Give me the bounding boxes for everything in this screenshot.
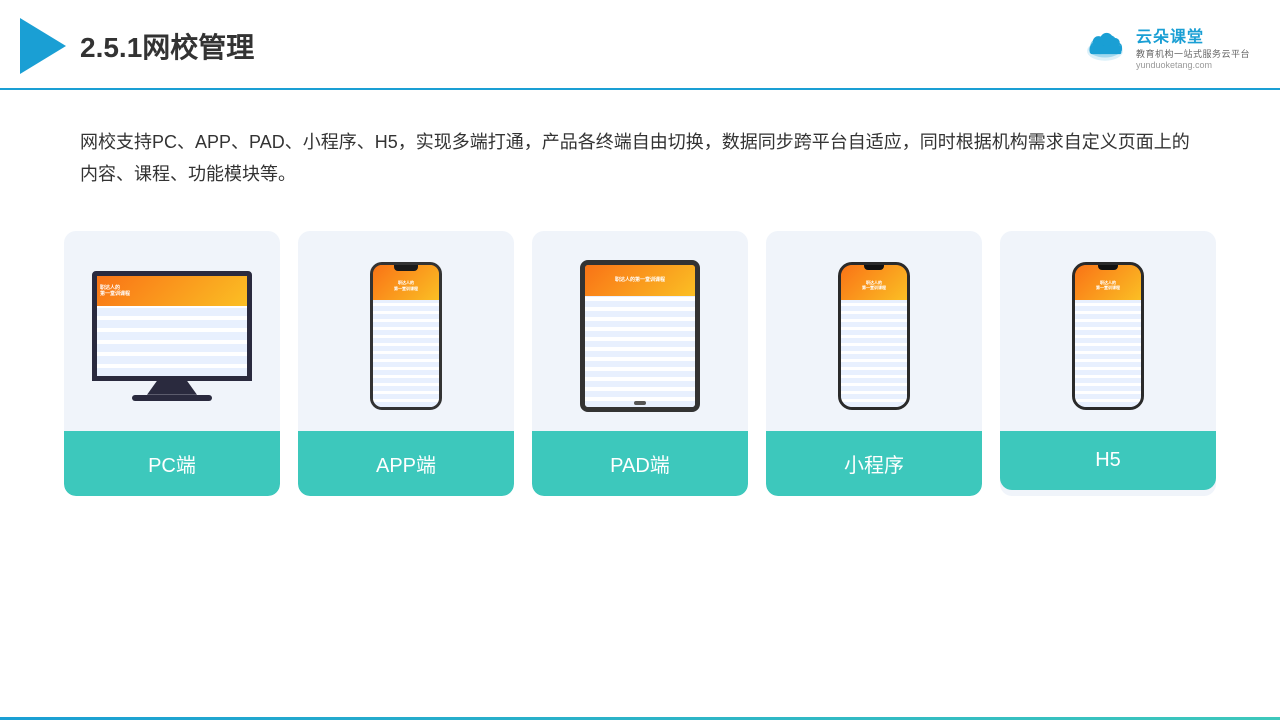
card-app-label: APP端 [298,431,514,496]
card-pc-label: PC端 [64,431,280,496]
brand-logo: 云朵课堂 教育机构一站式服务云平台 yunduoketang.com [1080,23,1250,70]
card-h5-image: 职达人的第一堂训课程 [1000,231,1216,431]
logo-url: yunduoketang.com [1136,60,1212,70]
description-content: 网校支持PC、APP、PAD、小程序、H5，实现多端打通，产品各终端自由切换，数… [80,132,1190,184]
card-miniprogram-image: 职达人的第一堂训课程 [766,231,982,431]
card-h5: 职达人的第一堂训课程 [1000,231,1216,496]
logo-tagline: 教育机构一站式服务云平台 [1136,47,1250,60]
miniprogram-phone-icon: 职达人的第一堂训课程 [838,262,910,410]
logo-text: 云朵课堂 教育机构一站式服务云平台 yunduoketang.com [1136,23,1250,70]
logo-triangle-icon [20,18,66,74]
header-left: 2.5.1网校管理 [20,18,254,74]
card-pad: 职达人的第一堂训课程 [532,231,748,496]
pc-monitor-icon: 职达人的第一堂训课程 [92,271,252,401]
card-app: 职达人的第一堂训课程 [298,231,514,496]
cards-container: 职达人的第一堂训课程 [0,211,1280,496]
card-pad-image: 职达人的第一堂训课程 [532,231,748,431]
card-h5-label: H5 [1000,431,1216,490]
card-app-image: 职达人的第一堂训课程 [298,231,514,431]
phone-notch [394,265,418,271]
card-miniprogram-label: 小程序 [766,431,982,496]
h5-phone-notch [1098,265,1118,270]
app-phone-icon: 职达人的第一堂训课程 [370,262,442,410]
card-miniprogram: 职达人的第一堂训课程 [766,231,982,496]
cloud-icon [1080,28,1130,64]
logo-main: 云朵课堂 [1136,23,1204,47]
card-pad-label: PAD端 [532,431,748,496]
h5-phone-icon: 职达人的第一堂训课程 [1072,262,1144,410]
phone-mini-notch [864,265,884,270]
card-pc-image: 职达人的第一堂训课程 [64,231,280,431]
description-text: 网校支持PC、APP、PAD、小程序、H5，实现多端打通，产品各终端自由切换，数… [0,90,1280,211]
page-title: 2.5.1网校管理 [80,26,254,66]
header: 2.5.1网校管理 云朵课堂 教育机构一站式服务云平台 yunduoketang… [0,0,1280,90]
pad-tablet-icon: 职达人的第一堂训课程 [580,260,700,412]
card-pc: 职达人的第一堂训课程 [64,231,280,496]
